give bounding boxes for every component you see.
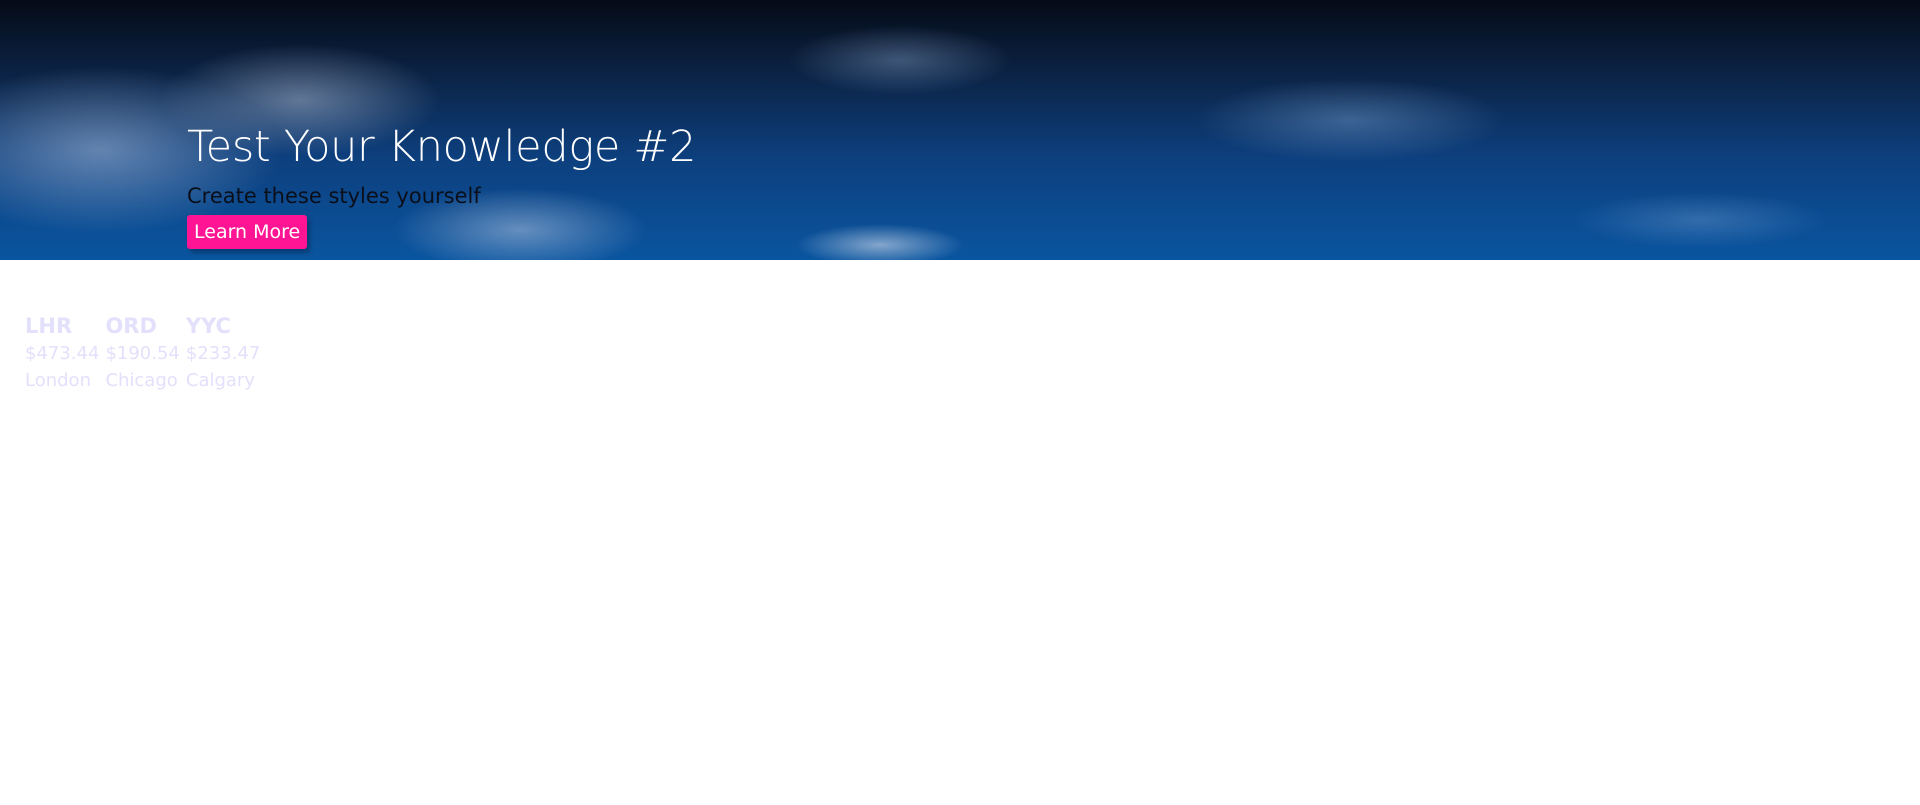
airport-item-yyc: YYC $233.47 Calgary (186, 312, 260, 394)
hero-content: Test Your Knowledge #2 Create these styl… (187, 117, 696, 249)
hero-title: Test Your Knowledge #2 (187, 122, 697, 172)
airport-city: Calgary (185, 370, 255, 391)
airport-city: Chicago (105, 370, 178, 391)
airport-price: $473.44 (25, 343, 100, 364)
learn-more-button[interactable]: Learn More (187, 215, 308, 249)
airport-code: ORD (105, 314, 157, 338)
airport-item-lhr: LHR $473.44 London (25, 312, 99, 394)
airport-item-ord: ORD $190.54 Chicago (105, 312, 179, 394)
airport-city: London (25, 370, 91, 391)
hero-banner: Test Your Knowledge #2 Create these styl… (0, 0, 1920, 260)
airport-price: $233.47 (185, 343, 261, 364)
hero-subtitle: Create these styles yourself (187, 184, 481, 208)
airport-list: LHR $473.44 London ORD $190.54 Chicago Y… (25, 312, 260, 394)
airport-code: LHR (25, 314, 73, 338)
airport-price: $190.54 (105, 343, 180, 364)
airport-code: YYC (185, 314, 231, 338)
